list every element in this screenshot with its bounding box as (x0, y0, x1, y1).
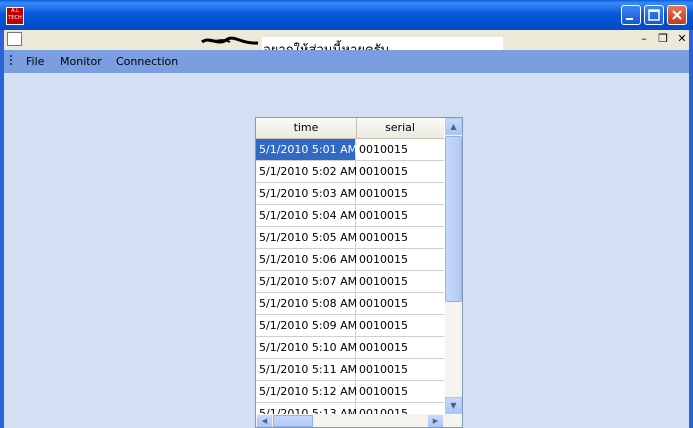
table-row[interactable]: 5/1/2010 5:06 AM 0010015 (256, 249, 444, 271)
menu-monitor[interactable]: Monitor (54, 50, 108, 73)
cell-serial[interactable]: 0010015 (356, 359, 444, 380)
mdi-child-icon[interactable] (7, 32, 22, 46)
table-row[interactable]: 5/1/2010 5:09 AM 0010015 (256, 315, 444, 337)
mdi-close-button[interactable]: ✕ (674, 32, 690, 47)
vertical-scrollbar[interactable]: ▲ ▼ (445, 118, 462, 414)
cell-time[interactable]: 5/1/2010 5:01 AM (256, 139, 357, 160)
cell-time[interactable]: 5/1/2010 5:12 AM (256, 381, 357, 402)
cell-serial[interactable]: 0010015 (356, 337, 444, 358)
horizontal-scroll-thumb[interactable] (273, 415, 313, 427)
menu-bar: File Monitor Connection (4, 50, 689, 73)
cell-serial[interactable]: 0010015 (356, 161, 444, 182)
cell-serial[interactable]: 0010015 (356, 183, 444, 204)
table-row[interactable]: 5/1/2010 5:10 AM 0010015 (256, 337, 444, 359)
column-header-serial[interactable]: serial (356, 118, 444, 138)
cell-time[interactable]: 5/1/2010 5:03 AM (256, 183, 357, 204)
cell-time[interactable]: 5/1/2010 5:04 AM (256, 205, 357, 226)
chevron-left-icon[interactable]: ◀ (257, 415, 272, 427)
table-row[interactable]: 5/1/2010 5:04 AM 0010015 (256, 205, 444, 227)
menu-grip-icon[interactable] (10, 55, 12, 67)
column-header-time[interactable]: time (256, 118, 357, 138)
minimize-button[interactable] (621, 5, 641, 25)
cell-time[interactable]: 5/1/2010 5:06 AM (256, 249, 357, 270)
window-frame-right (689, 30, 693, 428)
scroll-thumb[interactable] (445, 136, 462, 302)
cell-time[interactable]: 5/1/2010 5:05 AM (256, 227, 357, 248)
window-titlebar[interactable]: A.L TECH (0, 0, 693, 30)
mdi-minimize-button[interactable]: – (636, 32, 652, 47)
cell-serial[interactable]: 0010015 (356, 249, 444, 270)
data-grid[interactable]: time serial 5/1/2010 5:01 AM 0010015 5/1/2… (255, 117, 463, 428)
minimize-icon (626, 18, 633, 20)
chevron-up-icon[interactable]: ▲ (445, 118, 462, 135)
cell-time[interactable]: 5/1/2010 5:08 AM (256, 293, 357, 314)
maximize-button[interactable] (644, 5, 664, 25)
horizontal-scrollbar[interactable]: ◀ ▶ (256, 414, 462, 427)
table-row[interactable]: 5/1/2010 5:03 AM 0010015 (256, 183, 444, 205)
table-row[interactable]: 5/1/2010 5:11 AM 0010015 (256, 359, 444, 381)
cell-time[interactable]: 5/1/2010 5:02 AM (256, 161, 357, 182)
cell-time[interactable]: 5/1/2010 5:11 AM (256, 359, 357, 380)
chevron-down-icon[interactable]: ▼ (445, 397, 462, 414)
cell-serial[interactable]: 0010015 (356, 227, 444, 248)
cell-serial[interactable]: 0010015 (356, 139, 444, 160)
chevron-right-icon[interactable]: ▶ (428, 415, 443, 427)
maximize-icon (648, 9, 660, 21)
cell-serial[interactable]: 0010015 (356, 271, 444, 292)
table-row[interactable]: 5/1/2010 5:07 AM 0010015 (256, 271, 444, 293)
cell-time[interactable]: 5/1/2010 5:07 AM (256, 271, 357, 292)
app-logo-icon[interactable]: A.L TECH (6, 7, 24, 25)
cell-serial[interactable]: 0010015 (356, 381, 444, 402)
menu-file[interactable]: File (20, 50, 50, 73)
table-row[interactable]: 5/1/2010 5:08 AM 0010015 (256, 293, 444, 315)
menu-connection[interactable]: Connection (110, 50, 184, 73)
cell-serial[interactable]: 0010015 (356, 205, 444, 226)
cell-time[interactable]: 5/1/2010 5:09 AM (256, 315, 357, 336)
table-row[interactable]: 5/1/2010 5:02 AM 0010015 (256, 161, 444, 183)
close-icon (672, 10, 682, 20)
mdi-restore-button[interactable]: ❐ (655, 32, 671, 47)
grid-header: time serial (256, 118, 444, 139)
table-row[interactable]: 5/1/2010 5:05 AM 0010015 (256, 227, 444, 249)
cell-time[interactable]: 5/1/2010 5:10 AM (256, 337, 357, 358)
close-button[interactable] (667, 5, 687, 25)
cell-serial[interactable]: 0010015 (356, 293, 444, 314)
scribble-mark (201, 36, 259, 45)
table-row[interactable]: 5/1/2010 5:01 AM 0010015 (256, 139, 444, 161)
cell-serial[interactable]: 0010015 (356, 315, 444, 336)
table-row[interactable]: 5/1/2010 5:12 AM 0010015 (256, 381, 444, 403)
